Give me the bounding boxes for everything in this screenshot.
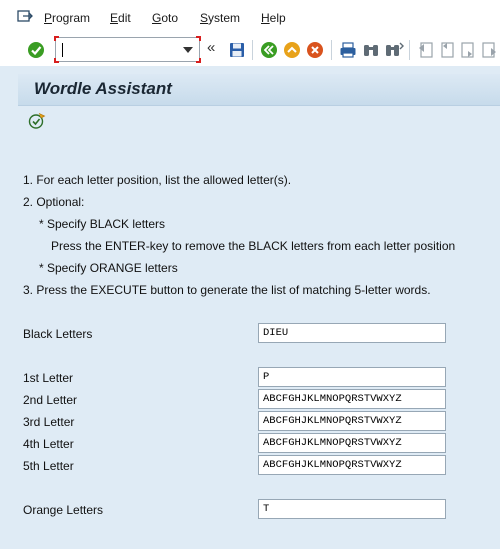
previous-page-icon[interactable] [437,40,457,60]
letter-3-label: 3rd Letter [23,415,75,429]
letter-3-field[interactable]: ABCFGHJKLMNOPQRSTVWXYZ [258,411,446,431]
execute-icon[interactable] [28,112,46,130]
menu-edit[interactable]: Edit [110,11,131,25]
cancel-icon[interactable] [305,40,325,60]
exit-icon[interactable] [282,40,302,60]
text-cursor [62,43,63,57]
save-icon[interactable] [227,40,247,60]
back-icon[interactable] [259,40,279,60]
letter-2-field[interactable]: ABCFGHJKLMNOPQRSTVWXYZ [258,389,446,409]
menu-bar: Program Edit Goto System Help [0,0,500,34]
find-icon[interactable] [361,40,381,60]
instruction-1: 1. For each letter position, list the al… [23,173,292,187]
black-letters-field[interactable]: DIEU [258,323,446,343]
instruction-2: 2. Optional: [23,195,85,209]
find-next-icon[interactable] [384,40,404,60]
next-page-icon[interactable] [458,40,478,60]
command-field[interactable] [54,36,201,63]
black-letters-label: Black Letters [23,327,93,341]
letter-5-field[interactable]: ABCFGHJKLMNOPQRSTVWXYZ [258,455,446,475]
selection-screen: 1. For each letter position, list the al… [18,136,500,549]
menu-help[interactable]: Help [261,11,286,25]
menu-system[interactable]: System [200,11,240,25]
letter-4-label: 4th Letter [23,437,74,451]
history-icon[interactable]: « [207,39,215,56]
letter-1-label: 1st Letter [23,371,74,385]
menu-program[interactable]: Program [44,11,90,25]
orange-letters-label: Orange Letters [23,503,104,517]
orange-letters-field[interactable]: T [258,499,446,519]
print-icon[interactable] [338,40,358,60]
page-title: Wordle Assistant [34,79,172,98]
letter-1-field[interactable]: P [258,367,446,387]
instruction-2a: * Specify BLACK letters [39,217,166,231]
letter-5-label: 5th Letter [23,459,74,473]
enter-icon[interactable] [26,40,46,60]
menu-goto[interactable]: Goto [152,11,178,25]
dropdown-arrow-icon[interactable] [183,47,193,53]
menu-icon[interactable] [17,9,33,23]
last-page-icon[interactable] [479,40,499,60]
letter-2-label: 2nd Letter [23,393,78,407]
application-toolbar [18,106,500,136]
instruction-3: 3. Press the EXECUTE button to generate … [23,283,431,297]
letter-4-field[interactable]: ABCFGHJKLMNOPQRSTVWXYZ [258,433,446,453]
system-toolbar: « [0,34,500,66]
title-bar: Wordle Assistant [18,74,500,106]
first-page-icon[interactable] [416,40,436,60]
instruction-2c: * Specify ORANGE letters [39,261,178,275]
instruction-2b: Press the ENTER-key to remove the BLACK … [51,239,456,253]
